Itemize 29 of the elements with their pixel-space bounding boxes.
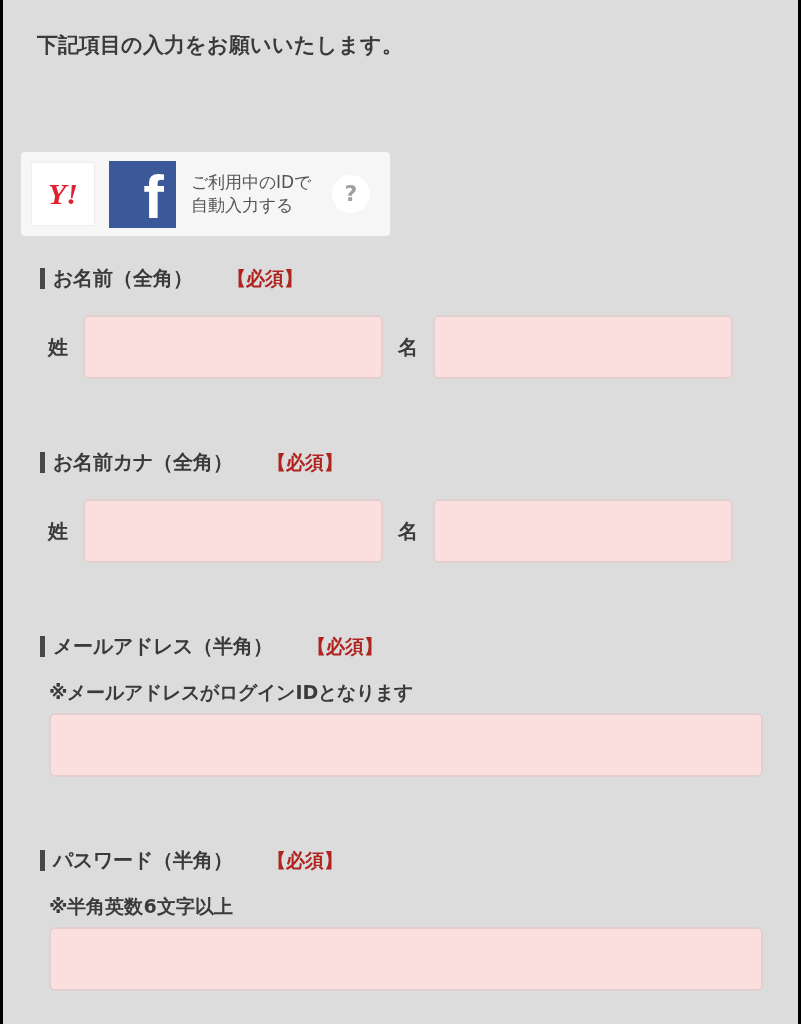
field-label: 姓 [48, 519, 68, 543]
required-label: 【必須】 [267, 450, 343, 474]
heading-bar [40, 849, 45, 871]
field-label: 名 [398, 335, 418, 359]
section-heading: メールアドレス（半角） [53, 634, 273, 658]
autofill-caption: ご利用中のIDで 自動入力する [191, 171, 313, 217]
input-field[interactable] [433, 499, 733, 563]
field-note: ※半角英数6文字以上 [49, 894, 233, 918]
heading-bar [40, 635, 45, 657]
intro-text: 下記項目の入力をお願いいたします。 [37, 33, 403, 57]
field-label: 姓 [48, 335, 68, 359]
section-heading: パスワード（半角） [53, 848, 233, 872]
field-note: ※メールアドレスがログインIDとなります [49, 680, 414, 704]
section-heading: お名前カナ（全角） [53, 450, 233, 474]
input-field[interactable] [49, 713, 763, 777]
yahoo-button[interactable]: Y! [31, 162, 95, 226]
heading-bar [40, 267, 45, 289]
facebook-button[interactable]: f [109, 160, 176, 228]
help-button[interactable]: ? [332, 175, 370, 213]
required-label: 【必須】 [267, 848, 343, 872]
input-field[interactable] [83, 499, 383, 563]
heading-bar [40, 451, 45, 473]
required-label: 【必須】 [307, 634, 383, 658]
required-label: 【必須】 [227, 266, 303, 290]
input-field[interactable] [433, 315, 733, 379]
input-field[interactable] [83, 315, 383, 379]
input-field[interactable] [49, 927, 763, 991]
field-label: 名 [398, 519, 418, 543]
section-heading: お名前（全角） [53, 266, 193, 290]
